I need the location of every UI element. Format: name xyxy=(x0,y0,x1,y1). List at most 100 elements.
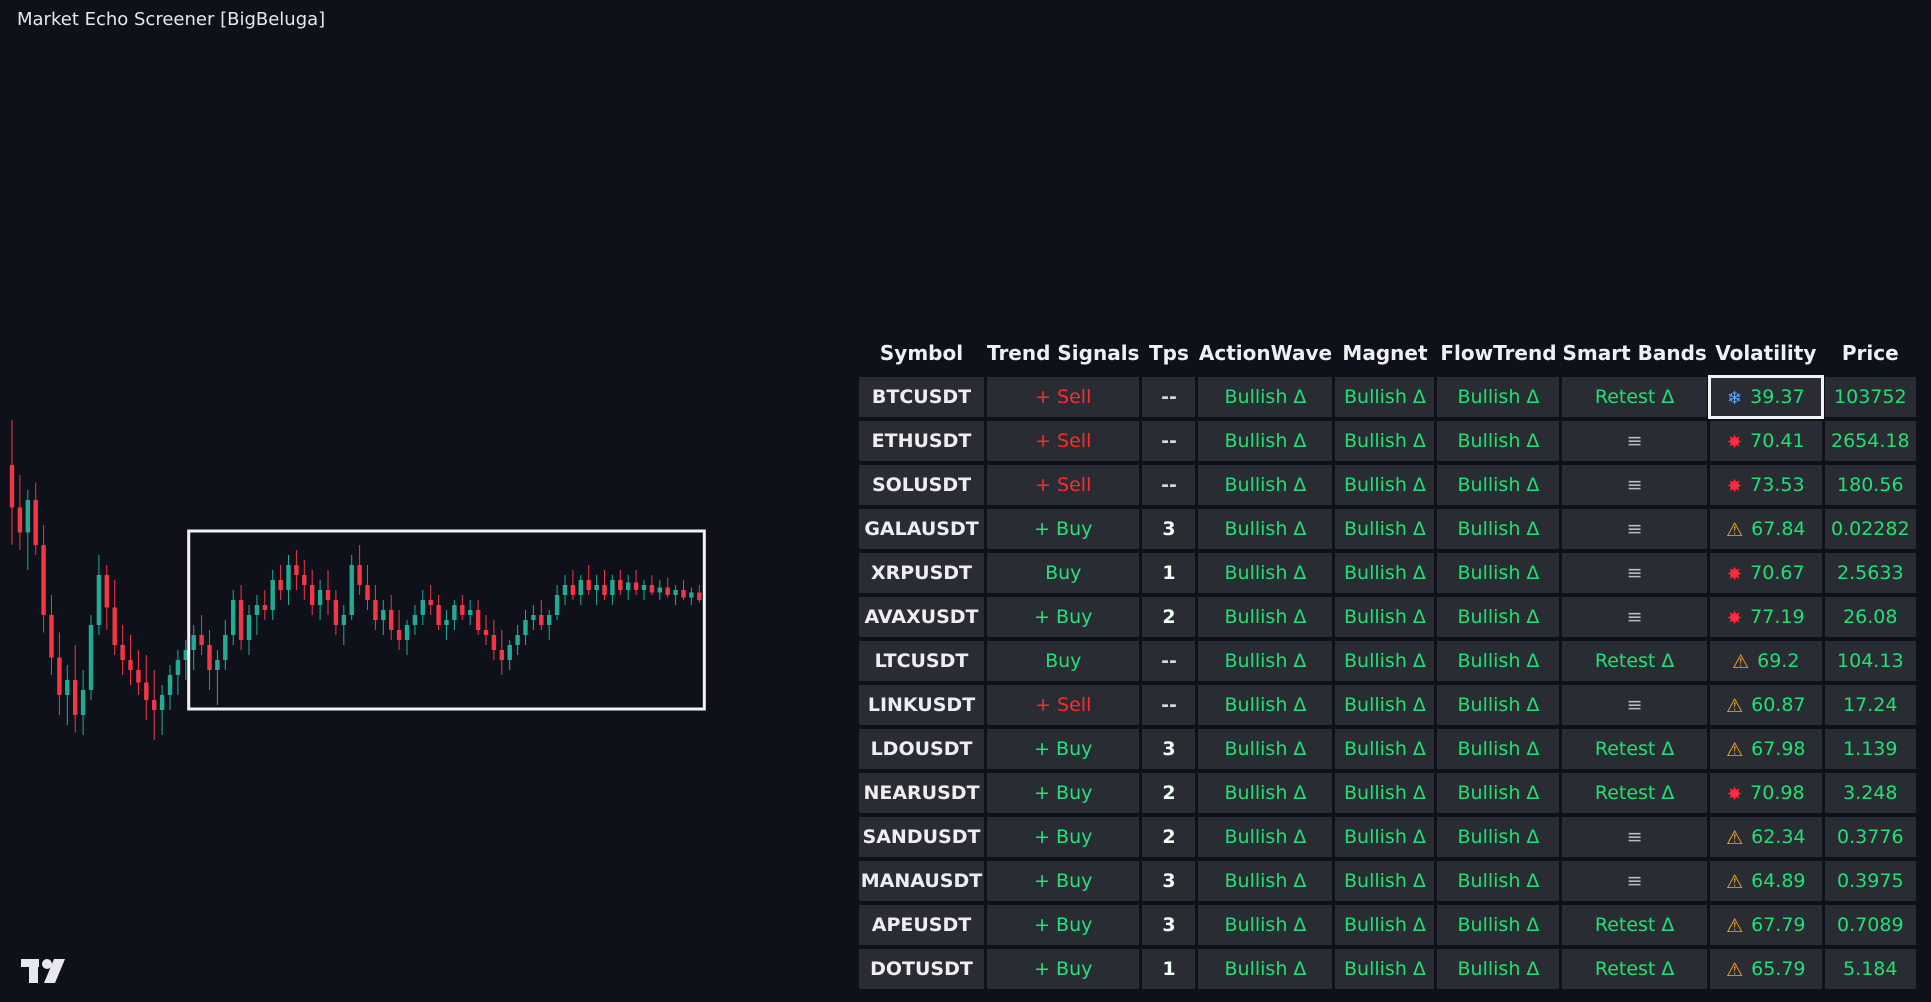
header-actionwave[interactable]: ActionWave xyxy=(1198,333,1332,373)
magnet-cell: Bullish Δ xyxy=(1335,597,1435,637)
table-row[interactable]: XRPUSDT Buy 1 Bullish Δ Bullish Δ Bullish Δ ≡ ✸… xyxy=(859,553,1916,593)
header-smart-bands[interactable]: Smart Bands xyxy=(1562,333,1706,373)
volatility-value: 64.89 xyxy=(1751,869,1806,892)
table-row[interactable]: DOTUSDT + Buy 1 Bullish Δ Bullish Δ Bullish Δ… xyxy=(859,949,1916,989)
symbol-cell[interactable]: LTCUSDT xyxy=(859,641,984,681)
symbol-cell[interactable]: LINKUSDT xyxy=(859,685,984,725)
trend-signal-cell: + Buy xyxy=(987,905,1140,945)
candle-body xyxy=(523,620,528,635)
table-row[interactable]: BTCUSDT + Sell -- Bullish Δ Bullish Δ Bullish… xyxy=(859,375,1916,419)
actionwave-cell: Bullish Δ xyxy=(1198,641,1333,681)
candle-body xyxy=(207,645,212,670)
flowtrend-cell: Bullish Δ xyxy=(1437,861,1560,901)
warning-icon: ⚠ xyxy=(1726,870,1744,893)
header-volatility[interactable]: Volatility xyxy=(1710,333,1822,373)
header-trend-signals[interactable]: Trend Signals xyxy=(987,333,1139,373)
table-body: BTCUSDT + Sell -- Bullish Δ Bullish Δ Bullish… xyxy=(859,375,1916,989)
symbol-cell[interactable]: LDOUSDT xyxy=(859,729,984,769)
candle-body xyxy=(88,625,94,690)
symbol-cell[interactable]: GALAUSDT xyxy=(859,509,984,549)
header-flowtrend[interactable]: FlowTrend xyxy=(1437,333,1559,373)
candle-body xyxy=(294,565,299,575)
tps-cell: 1 xyxy=(1142,553,1196,593)
table-row[interactable]: GALAUSDT + Buy 3 Bullish Δ Bullish Δ Bullish … xyxy=(859,509,1916,549)
price-cell: 2654.18 xyxy=(1824,421,1916,461)
candle-body xyxy=(317,590,323,605)
table-row[interactable]: APEUSDT + Buy 3 Bullish Δ Bullish Δ Bullish Δ… xyxy=(859,905,1916,945)
candle-body xyxy=(483,630,489,635)
magnet-cell: Bullish Δ xyxy=(1335,377,1435,417)
trend-signal-cell: Buy xyxy=(987,553,1140,593)
candle-body xyxy=(515,635,520,645)
symbol-cell[interactable]: SOLUSDT xyxy=(859,465,984,505)
table-row[interactable]: LTCUSDT Buy -- Bullish Δ Bullish Δ Bullish ΔR… xyxy=(859,641,1916,681)
volatility-value: 39.37 xyxy=(1750,385,1805,408)
symbol-cell[interactable]: DOTUSDT xyxy=(859,949,984,989)
actionwave-cell: Bullish Δ xyxy=(1198,509,1333,549)
screener-table: Symbol Trend Signals Tps ActionWave Magn… xyxy=(856,329,1919,993)
price-cell: 103752 xyxy=(1824,377,1916,417)
flowtrend-cell: Bullish Δ xyxy=(1437,553,1560,593)
candle-body xyxy=(246,615,252,640)
price-cell: 2.5633 xyxy=(1824,553,1916,593)
symbol-cell[interactable]: MANAUSDT xyxy=(859,861,984,901)
header-price[interactable]: Price xyxy=(1825,333,1916,373)
candle-body xyxy=(17,507,23,533)
candle-body xyxy=(120,645,125,660)
candle-body xyxy=(25,500,30,533)
candle-body xyxy=(381,610,386,620)
price-cell: 0.7089 xyxy=(1824,905,1916,945)
volatility-value: 73.53 xyxy=(1750,473,1805,496)
trend-signal-cell: + Sell xyxy=(987,685,1140,725)
burst-icon: ✸ xyxy=(1727,475,1743,497)
table-row[interactable]: NEARUSDT + Buy 2 Bullish Δ Bullish Δ Bullish … xyxy=(859,773,1916,813)
symbol-cell[interactable]: AVAXUSDT xyxy=(859,597,984,637)
table-row[interactable]: SANDUSDT + Buy 2 Bullish Δ Bullish Δ Bullish … xyxy=(859,817,1916,857)
tps-cell: -- xyxy=(1142,465,1196,505)
candle-body xyxy=(452,605,457,620)
symbol-cell[interactable]: ETHUSDT xyxy=(859,421,984,461)
header-magnet[interactable]: Magnet xyxy=(1335,333,1434,373)
smart-bands-cell: Retest Δ xyxy=(1562,773,1707,813)
volatility-cell: ✸ 70.98 xyxy=(1709,773,1822,813)
smart-bands-cell: Retest Δ xyxy=(1562,949,1707,989)
candle-body xyxy=(681,590,686,598)
candle-body xyxy=(389,610,394,630)
trend-signal-cell: + Buy xyxy=(987,597,1140,637)
smart-bands-cell: ≡ xyxy=(1562,685,1707,725)
table-row[interactable]: LINKUSDT + Sell -- Bullish Δ Bullish Δ Bullis… xyxy=(859,685,1916,725)
candle-body xyxy=(175,660,181,675)
candle-body xyxy=(396,630,402,640)
candle-body xyxy=(199,635,204,645)
magnet-cell: Bullish Δ xyxy=(1335,553,1435,593)
symbol-cell[interactable]: BTCUSDT xyxy=(859,377,984,417)
price-cell: 0.02282 xyxy=(1824,509,1916,549)
volatility-value: 77.19 xyxy=(1750,605,1805,628)
candle-body xyxy=(33,500,38,545)
table-row[interactable]: LDOUSDT + Buy 3 Bullish Δ Bullish Δ Bullish Δ… xyxy=(859,729,1916,769)
volatility-cell: ⚠ 60.87 xyxy=(1709,685,1822,725)
table-row[interactable]: MANAUSDT + Buy 3 Bullish Δ Bullish Δ Bullish … xyxy=(859,861,1916,901)
header-symbol[interactable]: Symbol xyxy=(859,333,984,373)
candle-body xyxy=(57,657,62,695)
table-row[interactable]: ETHUSDT + Sell -- Bullish Δ Bullish Δ Bullish… xyxy=(859,421,1916,461)
symbol-cell[interactable]: NEARUSDT xyxy=(859,773,984,813)
volatility-value: 70.98 xyxy=(1750,781,1805,804)
magnet-cell: Bullish Δ xyxy=(1335,465,1435,505)
symbol-cell[interactable]: XRPUSDT xyxy=(859,553,984,593)
candle-body xyxy=(73,680,78,715)
candle-body xyxy=(9,465,15,508)
table-row[interactable]: SOLUSDT + Sell -- Bullish Δ Bullish Δ Bullish… xyxy=(859,465,1916,505)
price-chart[interactable] xyxy=(0,410,720,750)
volatility-value: 67.79 xyxy=(1751,913,1806,936)
candle-body xyxy=(152,700,157,710)
burst-icon: ✸ xyxy=(1727,783,1743,805)
symbol-cell[interactable]: SANDUSDT xyxy=(859,817,984,857)
header-tps[interactable]: Tps xyxy=(1142,333,1195,373)
magnet-cell: Bullish Δ xyxy=(1335,729,1435,769)
symbol-cell[interactable]: APEUSDT xyxy=(859,905,984,945)
candle-body xyxy=(547,615,552,625)
table-row[interactable]: AVAXUSDT + Buy 2 Bullish Δ Bullish Δ Bullish … xyxy=(859,597,1916,637)
price-cell: 17.24 xyxy=(1824,685,1916,725)
tps-cell: -- xyxy=(1142,641,1196,681)
